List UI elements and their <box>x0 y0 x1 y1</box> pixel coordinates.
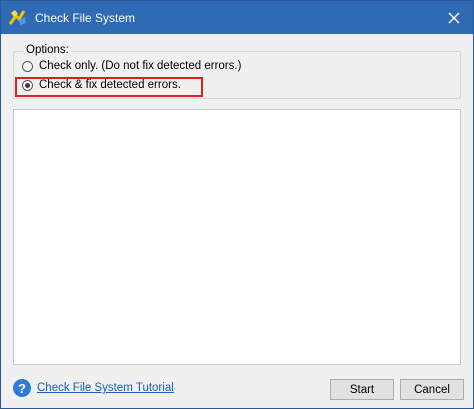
window-title: Check File System <box>35 10 136 25</box>
radio-check-and-fix[interactable]: Check & fix detected errors. <box>22 79 181 91</box>
tutorial-link[interactable]: Check File System Tutorial <box>37 382 174 394</box>
results-output-area[interactable] <box>13 109 461 365</box>
radio-check-and-fix-label: Check & fix detected errors. <box>39 79 181 91</box>
close-button[interactable] <box>443 7 465 29</box>
partition-wizard-icon <box>7 7 29 29</box>
radio-button-selected[interactable] <box>22 79 33 91</box>
radio-check-only-label: Check only. (Do not fix detected errors.… <box>39 60 242 72</box>
title-bar[interactable]: Check File System <box>1 1 473 34</box>
cancel-button[interactable]: Cancel <box>400 379 464 400</box>
close-icon <box>448 12 460 24</box>
check-file-system-dialog: Check File System Options: Check only. (… <box>0 0 474 409</box>
start-button[interactable]: Start <box>330 379 394 400</box>
radio-selected-dot <box>25 82 30 88</box>
options-legend: Options: <box>24 44 71 56</box>
radio-check-only[interactable]: Check only. (Do not fix detected errors.… <box>22 60 241 72</box>
options-group: Options: Check only. (Do not fix detecte… <box>13 44 461 99</box>
help-icon[interactable]: ? <box>13 379 31 397</box>
radio-button-unselected[interactable] <box>22 60 33 72</box>
